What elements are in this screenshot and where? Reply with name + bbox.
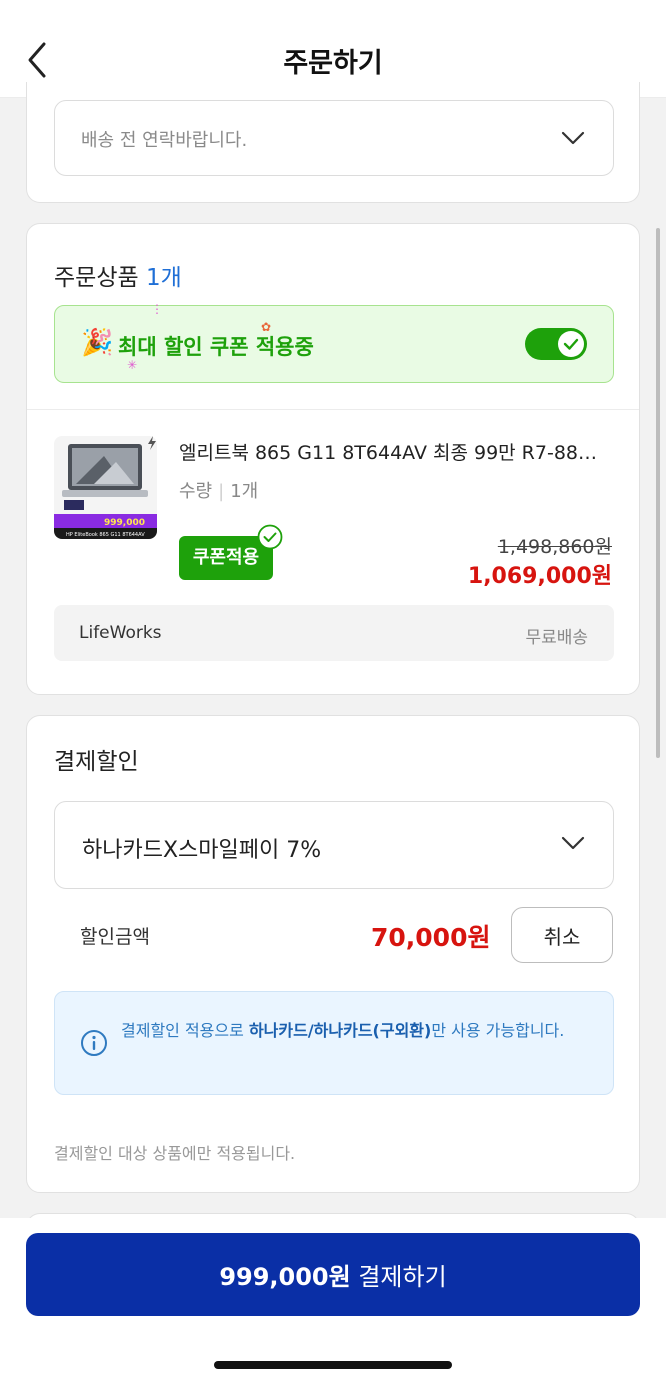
thumb-price-tag: 999,000 <box>104 518 145 528</box>
delivery-card: 배송 전 연락바랍니다. <box>26 82 640 203</box>
party-popper-icon: 🎉 <box>81 328 114 358</box>
delivery-request-select[interactable]: 배송 전 연락바랍니다. <box>54 100 614 176</box>
lightning-icon <box>148 436 156 450</box>
divider <box>27 409 639 410</box>
info-text: 결제할인 적용으로 하나카드/하나카드(구외환)만 사용 가능합니다. <box>121 1018 591 1044</box>
thumb-caption: HP EliteBook 865 G11 8T644AV <box>66 532 145 538</box>
seller-name: LifeWorks <box>79 623 162 643</box>
payment-discount-card: 결제할인 하나카드X스마일페이 7% 할인금액 70,000원 취소 결제할인 … <box>26 715 640 1193</box>
cancel-discount-button[interactable]: 취소 <box>511 907 613 963</box>
qty-label: 수량 <box>179 481 213 502</box>
sale-price: 1,069,000원 <box>467 564 612 589</box>
info-text-suffix: 만 사용 가능합니다. <box>431 1021 565 1040</box>
coupon-banner[interactable]: 🎉 ⋮ ✳ ✿ 최대 할인 쿠폰 적용중 <box>54 302 614 383</box>
delivery-request-value: 배송 전 연락바랍니다. <box>81 130 248 151</box>
coupon-banner-text: 최대 할인 쿠폰 적용중 <box>118 335 314 359</box>
chevron-down-icon <box>561 836 585 850</box>
payment-method-select[interactable]: 하나카드X스마일페이 7% <box>54 801 614 889</box>
info-text-prefix: 결제할인 적용으로 <box>121 1021 249 1040</box>
discount-amount: 70,000원 <box>371 923 491 952</box>
order-items-title: 주문상품 1개 <box>54 258 182 292</box>
product-quantity: 수량 | 1개 <box>179 477 258 503</box>
order-items-title-text: 주문상품 <box>54 265 139 291</box>
page-title: 주문하기 <box>283 48 383 79</box>
payment-discount-title: 결제할인 <box>54 749 139 775</box>
discount-label: 할인금액 <box>80 926 150 948</box>
qty-value: 1개 <box>230 481 259 502</box>
qty-separator: | <box>218 481 225 502</box>
info-text-highlight: 하나카드/하나카드(구외환) <box>248 1021 432 1040</box>
checkout-button[interactable]: 999,000원 결제하기 <box>26 1233 640 1316</box>
info-notice: 결제할인 적용으로 하나카드/하나카드(구외환)만 사용 가능합니다. <box>54 991 614 1095</box>
check-circle-icon <box>257 524 283 550</box>
laptop-image: 999,000 HP EliteBook 865 G11 8T644AV <box>54 436 157 539</box>
product-thumbnail[interactable]: 999,000 HP EliteBook 865 G11 8T644AV <box>54 436 157 539</box>
toggle-knob <box>558 331 584 357</box>
chevron-down-icon <box>561 131 585 145</box>
product-name[interactable]: 엘리트북 865 G11 8T644AV 최종 99만 R7-88… <box>179 438 617 465</box>
checkout-label: 결제하기 <box>350 1263 447 1291</box>
coupon-toggle[interactable] <box>525 328 587 360</box>
bottom-bar: 999,000원 결제하기 <box>0 1218 666 1384</box>
sparkle-icon: ⋮ <box>151 302 163 316</box>
payment-method-value: 하나카드X스마일페이 7% <box>82 838 322 863</box>
discount-footnote: 결제할인 대상 상품에만 적용됩니다. <box>54 1144 296 1163</box>
original-price: 1,498,860원 <box>497 536 612 558</box>
order-items-card: 주문상품 1개 🎉 ⋮ ✳ ✿ 최대 할인 쿠폰 적용중 999,000 HP … <box>26 223 640 695</box>
checkout-amount: 999,000원 <box>219 1263 351 1291</box>
order-items-count: 1개 <box>145 265 182 291</box>
info-icon <box>81 1030 107 1056</box>
home-indicator[interactable] <box>214 1361 452 1369</box>
seller-bar: LifeWorks 무료배송 <box>54 605 614 661</box>
shipping-info: 무료배송 <box>525 628 588 648</box>
check-icon <box>563 338 579 350</box>
scrollbar[interactable] <box>656 228 660 758</box>
